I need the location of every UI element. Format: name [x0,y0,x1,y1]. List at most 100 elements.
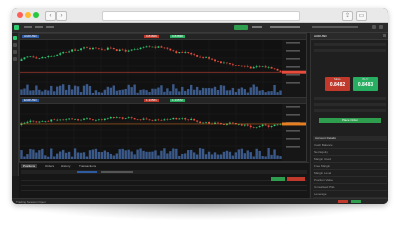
volume-bar [225,90,229,95]
candle-body [59,119,62,121]
candle-body [103,118,106,120]
menu-item-file[interactable] [24,26,32,28]
logout-icon[interactable] [379,25,383,29]
candle-body [270,125,273,127]
chart-buy-button[interactable]: 1.13572 [170,99,185,102]
expiry-field[interactable] [314,109,386,112]
calendar-icon[interactable] [13,57,17,61]
layout-selector[interactable] [252,26,262,28]
candle-body [112,47,115,50]
volume-bar [181,154,184,159]
candle-body [270,66,273,69]
settings-icon[interactable] [372,25,376,29]
menu-item-help[interactable] [46,26,54,28]
price-axis-tick-label [286,58,300,60]
new-order-button[interactable] [234,25,248,30]
close-icon[interactable] [383,34,386,37]
candle-body [86,118,88,119]
table-row[interactable] [21,186,307,191]
candle-body [65,119,68,120]
address-bar[interactable] [102,11,300,21]
workspace-selector[interactable] [270,26,300,28]
candle-body [193,118,196,121]
volume-bar [20,150,23,159]
candle-body [240,124,243,126]
candle-body [20,59,23,61]
candle-body [86,47,88,49]
candle-body [130,49,133,51]
candlestick-chart[interactable] [20,40,306,97]
volume-bar [41,148,44,159]
buy-price-box[interactable]: BUY 0.8483 [353,77,378,91]
order-type-selector[interactable] [314,43,386,46]
watchlist-icon[interactable] [13,43,17,47]
candle-body [68,51,71,53]
volume-bar [61,84,65,95]
maximize-window-dot[interactable] [33,12,39,18]
volume-bar [32,149,35,159]
volume-bar [207,151,211,159]
chart-sell-button[interactable]: 1.13561 [144,99,159,102]
price-axis-tick-label [286,50,300,52]
volume-bar [249,87,252,95]
chart-sell-button[interactable]: 0.84826 [144,35,159,38]
tab-positions[interactable]: Positions [21,164,38,168]
volume-bar [127,149,130,159]
volume-bar [106,86,110,95]
candlestick-chart[interactable] [20,104,306,161]
forward-button[interactable]: › [56,11,67,21]
candle-body [172,50,175,52]
candle-body [264,124,267,126]
candle-body [94,47,97,49]
candle-body [26,56,29,58]
candle-body [118,117,121,118]
tab-history[interactable]: History [59,164,72,168]
candle-body [106,47,109,50]
volume-bar [204,154,208,159]
candle-body [196,55,199,57]
candle-body [273,68,276,70]
candle-body [23,122,26,124]
candle-body [65,52,68,53]
candle-body [106,118,109,119]
stop-loss-field[interactable] [314,97,386,100]
candle-body [228,122,231,124]
volume-bar [166,153,169,159]
volume-bar [115,90,118,95]
close-all-button[interactable] [271,177,285,181]
candle-body [23,57,26,60]
chart-panel-eurusd[interactable]: EURUSD 1.13561 1.13572 [19,97,307,162]
volume-bar [160,150,163,159]
symbol-badge[interactable]: AUDUSD [22,35,39,38]
tab-orders[interactable]: Orders [43,164,56,168]
candle-body [97,48,100,49]
charts-icon[interactable] [13,36,17,40]
chart-buy-button[interactable]: 0.84838 [170,35,185,38]
candle-body [231,122,234,124]
candle-body [205,121,208,123]
take-profit-field[interactable] [314,103,386,106]
sell-price-box[interactable]: SELL 0.8482 [325,77,350,91]
volume-bar [219,154,223,159]
volume-bar [61,149,65,159]
volume-bar [237,88,241,95]
minimize-window-dot[interactable] [25,12,31,18]
volume-bar [88,85,92,95]
close-losing-button[interactable] [287,177,305,181]
candle-body [246,66,249,67]
news-icon[interactable] [13,50,17,54]
symbol-badge[interactable]: EURUSD [22,99,39,102]
tab-transactions[interactable]: Transactions [77,164,98,168]
share-button[interactable]: ⇪ [342,11,353,21]
place-order-button[interactable]: Place Order [319,118,381,123]
close-window-dot[interactable] [17,12,23,18]
volume-bar [273,149,276,159]
quantity-field[interactable] [314,49,386,52]
group-toggle[interactable] [101,171,133,173]
tabs-overview-button[interactable]: ▭ [356,11,367,21]
back-button[interactable]: ‹ [45,11,56,21]
filter-chip[interactable] [77,171,97,173]
chart-panel-audusd[interactable]: AUDUSD 0.84826 0.84838 [19,33,307,98]
candle-body [38,58,41,59]
menu-item-view[interactable] [35,26,43,28]
